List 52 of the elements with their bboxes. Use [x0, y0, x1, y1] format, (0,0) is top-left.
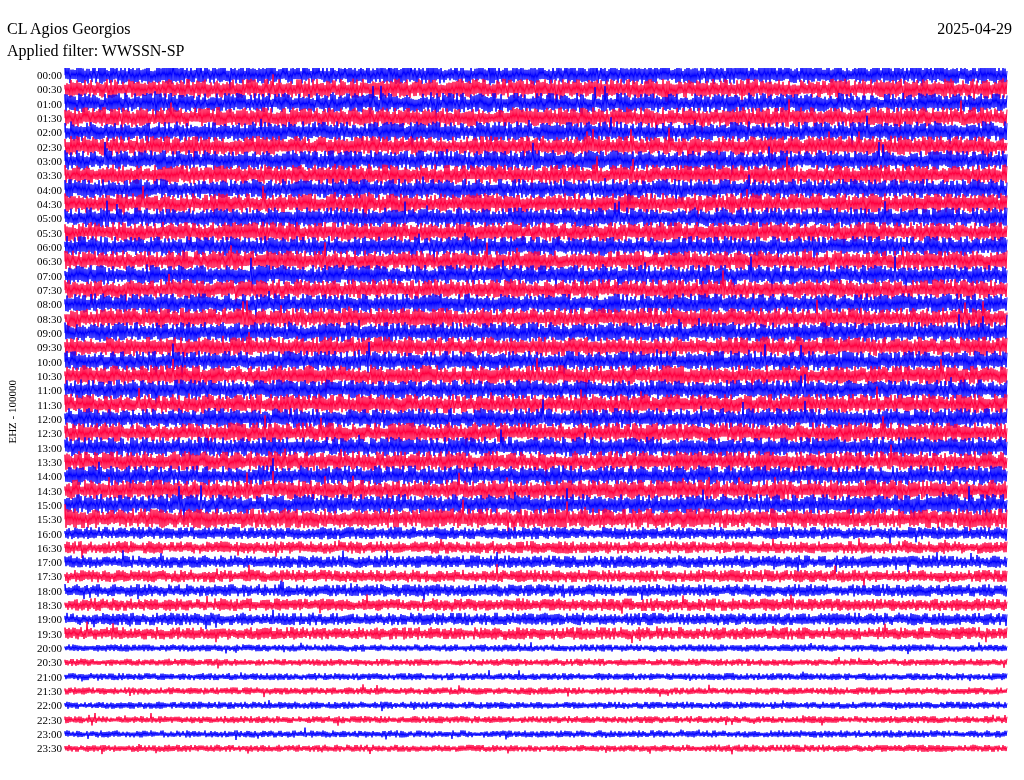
- time-label: 12:00: [35, 411, 63, 427]
- channel-axis-label: EHZ - 100000: [4, 380, 19, 444]
- time-label: 22:30: [35, 712, 63, 728]
- time-label: 05:30: [35, 225, 63, 240]
- time-label: 08:30: [35, 311, 63, 326]
- time-label: 16:30: [35, 540, 63, 556]
- filter-label: Applied filter: WWSSN-SP: [7, 42, 185, 59]
- time-label: 21:00: [35, 669, 63, 685]
- time-label: 08:00: [35, 297, 63, 312]
- time-label: 09:00: [35, 325, 63, 341]
- time-label: 06:30: [35, 254, 63, 269]
- time-label: 14:30: [35, 483, 63, 498]
- time-label: 18:30: [35, 598, 63, 613]
- time-label: 19:30: [35, 626, 63, 642]
- time-label: 01:00: [35, 96, 63, 111]
- time-label: 13:30: [35, 454, 63, 470]
- time-label: 02:00: [35, 125, 63, 140]
- station-title: CL Agios Georgios: [7, 19, 131, 40]
- time-label: 12:30: [35, 426, 63, 441]
- time-label: 00:00: [35, 68, 63, 83]
- time-label: 22:00: [35, 698, 63, 713]
- time-label: 19:00: [35, 612, 63, 627]
- time-label: 03:00: [35, 153, 63, 169]
- time-label: 10:30: [35, 368, 63, 384]
- time-label: 06:00: [35, 239, 63, 255]
- time-label: 21:30: [35, 684, 63, 699]
- time-label: 17:30: [35, 569, 63, 584]
- time-label: 15:00: [35, 497, 63, 513]
- time-label: 01:30: [35, 111, 63, 126]
- time-label: 11:00: [36, 383, 63, 398]
- time-label: 03:30: [35, 168, 63, 183]
- time-label: 20:00: [35, 641, 63, 656]
- time-label: 20:30: [35, 655, 63, 670]
- time-label: 07:00: [35, 268, 63, 283]
- time-label: 07:30: [35, 282, 63, 298]
- time-label: 18:00: [35, 583, 63, 599]
- date-label: 2025-04-29: [937, 19, 1013, 39]
- time-label: 15:30: [35, 512, 63, 527]
- time-label: 05:00: [35, 211, 63, 226]
- time-label: 09:30: [35, 340, 63, 355]
- time-label: 16:00: [35, 526, 63, 541]
- time-label: 10:00: [35, 354, 63, 369]
- time-label: 00:30: [35, 82, 63, 97]
- time-label: 02:30: [35, 139, 63, 154]
- time-label: 23:00: [35, 727, 63, 742]
- time-label: 11:30: [36, 397, 63, 412]
- time-label: 14:00: [35, 469, 63, 484]
- time-label: 23:30: [35, 741, 63, 756]
- time-label: 04:00: [35, 182, 63, 197]
- time-label: 17:00: [35, 555, 63, 570]
- time-label: 13:00: [35, 440, 63, 455]
- time-label: 04:30: [35, 196, 63, 212]
